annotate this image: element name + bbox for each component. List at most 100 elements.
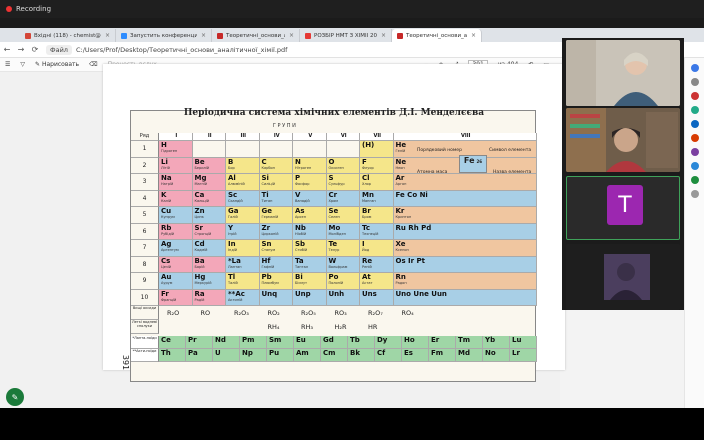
element-name: Ітрій (228, 231, 237, 236)
element-cell: Zn Цинк (192, 207, 226, 224)
element-name: Берилій (194, 165, 210, 170)
close-tab-icon[interactable]: × (381, 32, 386, 39)
element-cell: Sn Станум (259, 240, 293, 257)
element-symbol: Unq (261, 289, 278, 298)
legend-atomic-mass: Атомна маса (417, 170, 448, 175)
element-symbol: O (328, 157, 335, 166)
element-name: Полоній (328, 281, 344, 285)
element-name: Титан (261, 198, 273, 203)
tab-5[interactable]: Теоретичні_основи_аналіти × (392, 29, 482, 42)
tab-label: Теоретичні_основи_аналітичн (226, 32, 285, 39)
element-symbol: As (295, 207, 305, 215)
period-label: 10 (131, 289, 159, 306)
close-tab-icon[interactable]: × (289, 32, 294, 39)
tab-3[interactable]: Теоретичні_основи_аналітичн × (212, 29, 300, 42)
period-label: 4 (131, 190, 159, 207)
back-icon[interactable]: ← (0, 45, 14, 54)
oxides-formula: R₂O₅ (301, 309, 316, 317)
element-symbol: Sn (261, 240, 272, 248)
office-icon[interactable] (690, 134, 699, 142)
element-cell: Sc Скандій (226, 190, 260, 207)
draw-button[interactable]: ✎ Нарисовать (35, 61, 79, 68)
element-cell: Br Бром (360, 207, 394, 224)
element-cell (259, 141, 293, 158)
tab-favicon-icon (305, 32, 311, 39)
participant-tile-t[interactable]: T (566, 176, 680, 240)
participant-video-1[interactable] (566, 40, 680, 106)
element-name: Талій (228, 281, 238, 285)
element-name: Кадмій (194, 248, 208, 252)
element-cell: F Флуор (360, 157, 394, 174)
drop-icon[interactable] (690, 162, 699, 170)
element-name: Флуор (362, 165, 374, 170)
element-cell: Unp (293, 289, 327, 306)
element-symbol: Ta (295, 256, 304, 265)
element-symbol: Ca (194, 190, 205, 199)
element-name: Стибій (295, 248, 308, 252)
element-symbol: At (362, 273, 371, 281)
element-symbol: C (261, 157, 267, 166)
group-label: III (226, 133, 260, 141)
element-symbol: Nb (295, 223, 306, 232)
element-name: Стронцій (194, 231, 212, 236)
tree-icon[interactable] (690, 176, 699, 184)
menu-icon[interactable]: ☰ (5, 61, 10, 68)
element-cell: Cd Кадмій (192, 240, 226, 257)
element-name: Алюміній (228, 182, 245, 186)
element-name: Натрій (161, 182, 174, 186)
close-tab-icon[interactable]: × (201, 32, 206, 39)
games-icon[interactable] (690, 148, 699, 156)
pen-tool-button[interactable]: ✎ (6, 388, 24, 406)
element-symbol: Mn (362, 190, 374, 199)
element-symbol: N (295, 157, 301, 166)
actinide-cell: Th (159, 349, 186, 362)
tools-icon[interactable] (690, 106, 699, 114)
collections-icon[interactable] (690, 92, 699, 100)
element-symbol: Hf (261, 256, 271, 265)
actinide-cell: Cm (321, 349, 348, 362)
element-cell: K Калій (159, 190, 193, 207)
element-symbol: Cu (161, 207, 172, 215)
bing-icon[interactable] (690, 64, 699, 72)
recording-dot-icon (6, 6, 12, 12)
url-field[interactable]: Файл C:/Users/Prof/Desktop/Теоретичні_ос… (46, 44, 287, 55)
close-tab-icon[interactable]: × (105, 32, 110, 39)
element-symbol: Uns (362, 289, 377, 298)
lanthanide-cell: Ce (159, 336, 186, 349)
element-cell: Rn Радон (393, 273, 537, 290)
element-symbol: I (362, 240, 365, 248)
tab-label: Запустить конференцию - Zoom (130, 32, 197, 39)
oxides-formula: R₂O₃ (234, 309, 249, 317)
element-cell: Mo Молібден (326, 223, 360, 240)
draw-label: Нарисовать (41, 61, 80, 68)
element-symbol: Ga (228, 207, 239, 215)
outlook-icon[interactable] (690, 120, 699, 128)
tab-1[interactable]: Вхідні (118) - chemist@kouks.uo × (20, 29, 116, 42)
group-label: IV (259, 133, 293, 141)
reload-icon[interactable]: ⟳ (28, 45, 42, 54)
element-name: Технецій (362, 231, 379, 236)
element-name: Радій (194, 297, 205, 302)
participant-video-2[interactable] (566, 108, 680, 172)
group-label: II (192, 133, 226, 141)
add-icon[interactable] (690, 190, 699, 198)
close-tab-icon[interactable]: × (471, 32, 476, 39)
tab-favicon-icon (217, 32, 223, 39)
element-symbol: Rb (161, 223, 172, 232)
element-cell: Cl Хлор (360, 174, 394, 191)
tab-4[interactable]: РОЗБІР НМТ З ХІМІЇ 2023 - YouT × (300, 29, 392, 42)
element-name: Молібден (328, 231, 346, 236)
tab-favicon-icon (397, 32, 403, 39)
element-symbol: Ba (194, 256, 205, 265)
actinide-cell: Es (402, 349, 429, 362)
search-icon[interactable] (690, 78, 699, 86)
forward-icon[interactable]: → (14, 45, 28, 54)
eraser-icon[interactable]: ⌫ (89, 61, 97, 68)
participant-video-4[interactable] (566, 244, 680, 310)
tab-2[interactable]: Запустить конференцию - Zoom × (116, 29, 212, 42)
highlight-icon[interactable]: ▽ (20, 61, 25, 68)
element-symbol: Cl (362, 174, 370, 182)
element-name: Силіцій (261, 182, 276, 186)
element-symbol: Kr (395, 207, 405, 215)
tab-label: РОЗБІР НМТ З ХІМІЇ 2023 - YouT (314, 32, 377, 39)
